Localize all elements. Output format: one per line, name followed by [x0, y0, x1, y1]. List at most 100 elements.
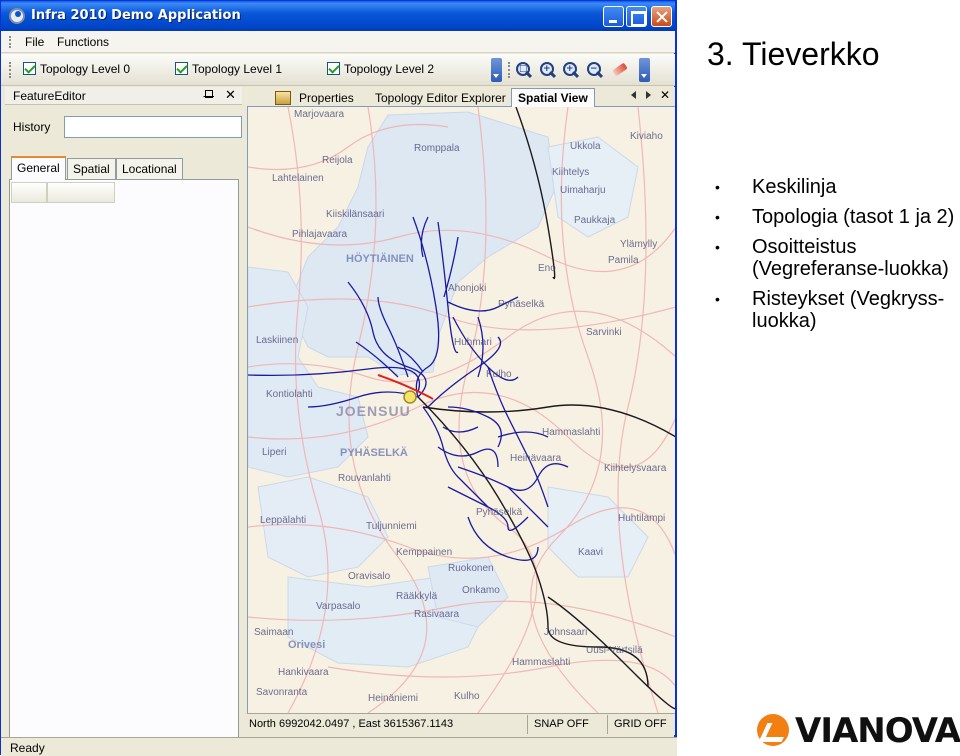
map-place-label: Huhtilampi: [618, 513, 666, 524]
feature-editor-panel: FeatureEditor ✕ History General Spatial …: [1, 87, 244, 739]
topology-level-0-toggle[interactable]: Topology Level 0: [23, 62, 130, 76]
zoom-box-icon[interactable]: □: [515, 61, 533, 79]
menu-functions[interactable]: Functions: [57, 35, 109, 49]
property-grid-header: [11, 182, 115, 203]
map-place-label: Romppala: [414, 143, 460, 154]
map-canvas[interactable]: [248, 107, 675, 713]
tab-spatial[interactable]: Spatial: [67, 158, 116, 179]
toolbar-grip-icon[interactable]: [9, 62, 12, 78]
feature-editor-header: FeatureEditor ✕: [5, 87, 242, 105]
map-place-label: Lahtelainen: [272, 173, 324, 184]
map-place-label: Marjovaara: [294, 109, 345, 120]
bullet-item: Risteykset (Vegkryss-luokka): [715, 288, 955, 332]
tab-general[interactable]: General: [11, 156, 66, 180]
scroll-left-icon[interactable]: [631, 91, 636, 99]
toolbar-overflow-button[interactable]: [491, 58, 502, 82]
map-place-label: Eno: [538, 263, 556, 274]
maximize-button[interactable]: [626, 6, 647, 27]
toolbar-grip-icon[interactable]: [508, 62, 511, 78]
tab-page-general: [9, 179, 239, 739]
bullet-list: Keskilinja Topologia (tasot 1 ja 2) Osoi…: [715, 176, 955, 340]
map-place-label: Johnsaari: [544, 627, 588, 638]
map-place-label: Kemppainen: [396, 547, 453, 558]
toolbar-overflow-button[interactable]: [639, 58, 650, 82]
feature-editor-title: FeatureEditor: [13, 89, 86, 103]
map-place-label: Rasivaara: [414, 609, 460, 620]
menu-file[interactable]: File: [25, 35, 44, 49]
map-place-label: Ylämylly: [620, 239, 658, 250]
checkbox-checked-icon[interactable]: [327, 62, 340, 75]
history-input[interactable]: [64, 116, 242, 138]
checkbox-checked-icon[interactable]: [175, 62, 188, 75]
topology-level-1-label: Topology Level 1: [192, 62, 283, 76]
zoom-out-icon[interactable]: −: [586, 61, 604, 79]
grid-header-cell[interactable]: [11, 182, 47, 203]
map-place-label: JOENSUU: [336, 403, 411, 419]
history-label: History: [13, 120, 51, 134]
close-icon[interactable]: ✕: [225, 88, 236, 103]
map-place-label: Reijola: [322, 155, 353, 166]
map-place-label: Hammaslahti: [512, 657, 571, 668]
map-place-label: Heinävaara: [510, 453, 562, 464]
vianova-logo: VIANOVA: [757, 711, 960, 751]
map-place-label: Heinäniemi: [368, 693, 419, 704]
map-place-label: Uusi-Värtsilä: [586, 645, 643, 656]
zoom-in-icon[interactable]: +: [539, 61, 557, 79]
map-place-label: Kulho: [454, 691, 480, 702]
map-place-label: Leppälahti: [260, 515, 307, 526]
map-place-label: Laskiinen: [256, 335, 299, 346]
logo-text: VIANOVA: [795, 711, 960, 751]
map-place-label: Rääkkylä: [396, 591, 438, 602]
tab-topology-editor-explorer[interactable]: Topology Editor Explorer: [369, 89, 512, 107]
topology-level-2-label: Topology Level 2: [344, 62, 435, 76]
window-title: Infra 2010 Demo Application: [31, 8, 241, 23]
map-place-label: Hankivaara: [278, 667, 329, 678]
topology-level-1-toggle[interactable]: Topology Level 1: [175, 62, 282, 76]
menu-grip-icon[interactable]: [9, 36, 12, 48]
grid-toggle[interactable]: GRID OFF: [607, 715, 675, 734]
map-place-label: PYHÄSELKÄ: [340, 447, 408, 459]
snap-toggle[interactable]: SNAP OFF: [527, 715, 607, 734]
app-icon: [9, 8, 25, 24]
topology-level-2-toggle[interactable]: Topology Level 2: [327, 62, 434, 76]
bullet-item: Osoitteistus (Vegreferanse-luokka): [715, 236, 955, 280]
pin-icon[interactable]: [203, 90, 214, 102]
map-place-label: Liperi: [262, 447, 287, 458]
eraser-icon[interactable]: [611, 61, 629, 79]
vianova-logo-icon: [757, 714, 789, 746]
grid-header-cell[interactable]: [47, 182, 115, 203]
checkbox-checked-icon[interactable]: [23, 62, 36, 75]
map-place-label: Savonranta: [256, 687, 308, 698]
map-place-label: Kiviaho: [630, 131, 663, 142]
map-place-label: Onkamo: [462, 585, 500, 596]
map-place-label: Ahonjoki: [448, 283, 487, 294]
title-bar[interactable]: Infra 2010 Demo Application: [1, 1, 675, 31]
map-place-label: Paukkaja: [574, 215, 616, 226]
coordinate-readout: North 6992042.0497 , East 3615367.1143: [249, 718, 454, 730]
status-text: Ready: [10, 741, 45, 755]
tab-spatial-view[interactable]: Spatial View: [511, 88, 595, 108]
map-place-label: Kontiolahti: [266, 389, 313, 400]
scroll-right-icon[interactable]: [646, 91, 651, 99]
close-icon[interactable]: ✕: [660, 88, 670, 102]
map-place-label: Kulho: [486, 369, 512, 380]
map-place-label: Pyhäselkä: [498, 299, 545, 310]
close-button[interactable]: [651, 6, 672, 27]
tab-properties[interactable]: Properties: [269, 89, 360, 107]
document-tab-bar: Properties Topology Editor Explorer Spat…: [247, 87, 675, 108]
topology-level-0-label: Topology Level 0: [40, 62, 131, 76]
minimize-button[interactable]: [603, 6, 624, 27]
map-place-label: Huhmari: [454, 337, 492, 348]
bullet-item: Topologia (tasot 1 ja 2): [715, 206, 955, 228]
city-marker-icon: [403, 390, 417, 404]
status-bar: Ready: [1, 737, 677, 756]
spatial-view-map[interactable]: Marjovaara Romppala Ukkola Kiviaho Reijo…: [247, 107, 675, 713]
toolbar: Topology Level 0 Topology Level 1 Topolo…: [1, 54, 675, 86]
map-place-label: Pihlajavaara: [292, 229, 348, 240]
tab-locational[interactable]: Locational: [116, 158, 183, 179]
map-place-label: Rouvanlahti: [338, 473, 391, 484]
menu-bar: File Functions: [1, 31, 675, 53]
zoom-in-icon[interactable]: +: [562, 61, 580, 79]
map-place-label: Tuljunniemi: [366, 521, 417, 532]
map-place-label: Saimaan: [254, 627, 294, 638]
